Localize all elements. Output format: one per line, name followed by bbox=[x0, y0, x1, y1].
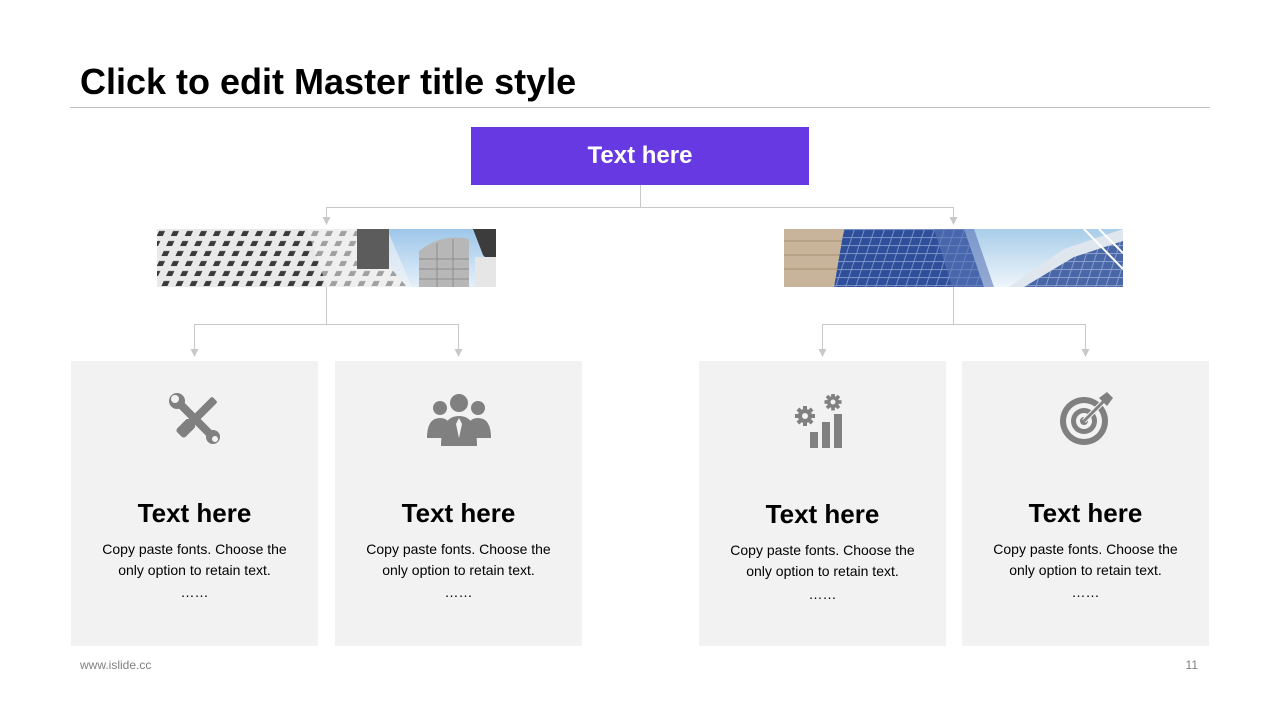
growth-chart-icon bbox=[699, 391, 946, 451]
connector-right-to-card-4 bbox=[953, 324, 1090, 357]
connector-right-to-card-3 bbox=[818, 287, 954, 357]
team-icon bbox=[335, 389, 582, 449]
architecture-photo-blue bbox=[784, 229, 1123, 287]
card-title[interactable]: Text here bbox=[962, 497, 1209, 529]
card-description[interactable]: Copy paste fonts. Choose the only option… bbox=[357, 539, 560, 581]
architecture-photo-gray bbox=[157, 229, 496, 287]
card-title[interactable]: Text here bbox=[71, 497, 318, 529]
footer-url: www.islide.cc bbox=[80, 658, 152, 672]
connector-left-to-card-1 bbox=[190, 287, 327, 357]
target-icon bbox=[962, 389, 1209, 449]
tools-icon bbox=[71, 389, 318, 449]
connector-left-to-card-2 bbox=[326, 324, 463, 357]
card-2: Text here Copy paste fonts. Choose the o… bbox=[335, 361, 582, 646]
card-3: Text here Copy paste fonts. Choose the o… bbox=[699, 361, 946, 646]
card-ellipsis: …… bbox=[444, 584, 473, 600]
card-title[interactable]: Text here bbox=[699, 498, 946, 530]
card-description[interactable]: Copy paste fonts. Choose the only option… bbox=[721, 540, 924, 582]
root-node-label: Text here bbox=[587, 142, 693, 169]
card-ellipsis: …… bbox=[1071, 584, 1100, 600]
card-ellipsis: …… bbox=[180, 584, 209, 600]
card-ellipsis: …… bbox=[808, 586, 837, 602]
card-title[interactable]: Text here bbox=[335, 497, 582, 529]
connector-root-to-right bbox=[640, 207, 958, 225]
root-node[interactable]: Text here bbox=[471, 127, 809, 185]
page-number: 11 bbox=[1185, 658, 1198, 672]
card-description[interactable]: Copy paste fonts. Choose the only option… bbox=[93, 539, 296, 581]
connector-root-to-left bbox=[322, 185, 641, 225]
card-1: Text here Copy paste fonts. Choose the o… bbox=[71, 361, 318, 646]
card-4: Text here Copy paste fonts. Choose the o… bbox=[962, 361, 1209, 646]
card-description[interactable]: Copy paste fonts. Choose the only option… bbox=[984, 539, 1187, 581]
